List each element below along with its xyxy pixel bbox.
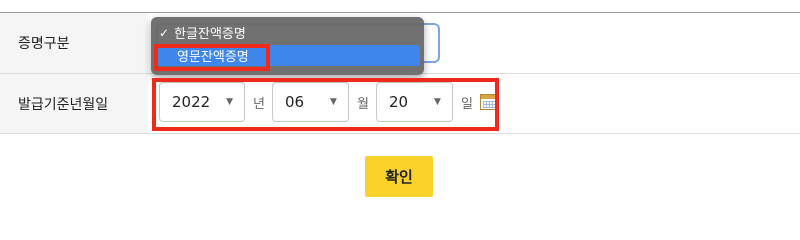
- year-unit: 년: [253, 96, 265, 112]
- dropdown-option-english[interactable]: 영문잔액증명: [155, 45, 420, 66]
- certificate-type-dropdown: ✓ 한글잔액증명 영문잔액증명: [151, 17, 424, 75]
- dropdown-option-label: 영문잔액증명: [177, 50, 249, 65]
- certificate-type-label: 증명구분: [0, 13, 148, 73]
- checkmark-icon: ✓: [159, 25, 170, 40]
- month-unit: 월: [356, 96, 369, 112]
- date-selects: 2022 ▼ 년 06 ▼ 월 20 ▼ 일: [159, 82, 498, 122]
- chevron-down-icon: ▼: [226, 97, 233, 107]
- dropdown-option-label: 한글잔액증명: [174, 27, 246, 42]
- calendar-icon[interactable]: [479, 94, 498, 110]
- year-value: 2022: [172, 93, 211, 111]
- month-select[interactable]: 06 ▼: [271, 82, 349, 122]
- day-unit: 일: [460, 96, 473, 112]
- month-value: 06: [284, 93, 305, 111]
- chevron-down-icon: ▼: [330, 97, 337, 107]
- confirm-button[interactable]: 확인: [365, 156, 433, 197]
- day-value: 20: [388, 93, 409, 111]
- dropdown-option-korean[interactable]: ✓ 한글잔액증명: [155, 22, 420, 43]
- chevron-down-icon: ▼: [434, 97, 441, 107]
- issue-date-label: 발급기준년월일: [0, 74, 148, 133]
- issue-date-row: 발급기준년월일 2022 ▼ 년 06 ▼ 월 20 ▼ 일: [0, 74, 800, 134]
- day-select[interactable]: 20 ▼: [375, 82, 453, 122]
- year-select[interactable]: 2022 ▼: [159, 82, 245, 122]
- issue-date-cell: 2022 ▼ 년 06 ▼ 월 20 ▼ 일: [148, 74, 800, 133]
